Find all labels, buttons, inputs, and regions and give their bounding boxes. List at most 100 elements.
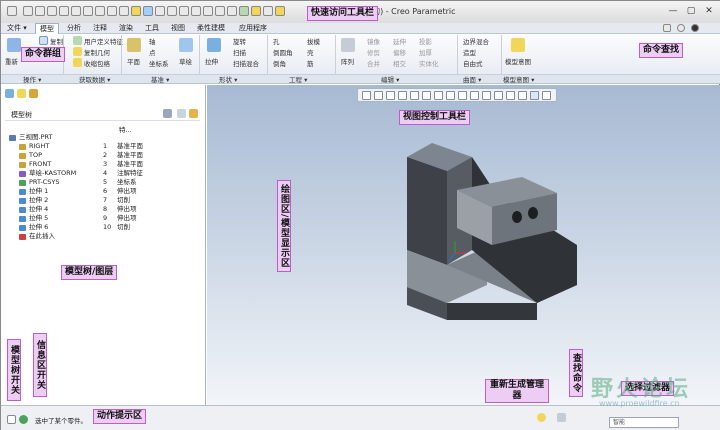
ribbon-style[interactable]: 造型	[463, 47, 476, 57]
ribbon-thicken[interactable]: 加厚	[419, 47, 432, 57]
ribbon-pattern[interactable]: 阵列	[341, 56, 354, 66]
ribbon-udf[interactable]: 用户定义特征	[84, 36, 123, 46]
tab-annotate[interactable]: 注释	[89, 23, 111, 34]
ribbon-copy-geometry[interactable]: 复制几何	[84, 47, 110, 57]
maximize-button[interactable]: ▢	[683, 5, 699, 17]
tab-view[interactable]: 视图	[167, 23, 189, 34]
ribbon-extrude[interactable]: 拉伸	[205, 56, 218, 66]
tab-render[interactable]: 渲染	[115, 23, 137, 34]
close-button[interactable]: ✕	[701, 5, 717, 17]
ribbon-rib[interactable]: 筋	[307, 58, 314, 68]
save-icon[interactable]	[47, 6, 57, 16]
find-icon[interactable]	[557, 413, 566, 422]
plane-icon[interactable]	[127, 38, 141, 52]
model-tree-tab-icon[interactable]	[5, 89, 14, 98]
close-window-icon[interactable]	[107, 6, 117, 16]
tree-row[interactable]: 拉伸 5 9 伸出项	[5, 214, 205, 223]
ribbon-merge[interactable]: 合并	[367, 58, 380, 68]
ribbon-sweep[interactable]: 扫描	[233, 47, 246, 57]
extrude-icon[interactable]	[207, 38, 221, 52]
tab-applications[interactable]: 应用程序	[235, 23, 271, 34]
tree-row[interactable]: 拉伸 6 10 切削	[5, 223, 205, 232]
tab-model[interactable]: 模型	[35, 23, 59, 34]
undo-icon[interactable]	[59, 6, 69, 16]
ribbon-chamfer[interactable]: 倒角	[273, 58, 286, 68]
message-toggle-icon[interactable]	[19, 415, 28, 424]
tab-file[interactable]: 文件 ▾	[3, 23, 31, 34]
point-display-icon[interactable]	[494, 91, 503, 100]
tree-row[interactable]: RIGHT 1 基准平面	[5, 142, 205, 151]
ribbon-round[interactable]: 倒圆角	[273, 47, 293, 57]
redo-icon[interactable]	[71, 6, 81, 16]
axis-display-icon[interactable]	[482, 91, 491, 100]
ribbon-axis[interactable]: 轴	[149, 36, 156, 46]
folder-icon[interactable]	[131, 6, 141, 16]
tree-row[interactable]: 拉伸 4 8 伸出项	[5, 205, 205, 214]
ribbon-shell[interactable]: 壳	[307, 47, 314, 57]
graphics-area[interactable]: 视图控制工具栏 绘图区/模型显示区	[207, 85, 720, 405]
ribbon-intersect[interactable]: 相交	[393, 58, 406, 68]
sketch-icon[interactable]	[143, 6, 153, 16]
regenerate-icon[interactable]	[83, 6, 93, 16]
group-get-data[interactable]: 获取数据 ▾	[79, 75, 110, 85]
selection-filter-select[interactable]: 智能	[609, 417, 679, 428]
ribbon-point[interactable]: 点	[149, 47, 156, 57]
more-view-icon[interactable]	[542, 91, 551, 100]
group-operations[interactable]: 操作 ▾	[23, 75, 41, 85]
tree-show-icon[interactable]	[177, 109, 186, 118]
dropdown-icon[interactable]	[155, 6, 165, 16]
udf-icon[interactable]	[73, 36, 82, 45]
measure-icon[interactable]	[203, 6, 213, 16]
tree-row[interactable]: 拉伸 2 7 切削	[5, 196, 205, 205]
group-shapes[interactable]: 形状 ▾	[219, 75, 237, 85]
perspective-icon[interactable]	[446, 91, 455, 100]
tab-flexible-modeling[interactable]: 柔性建模	[193, 23, 229, 34]
rotate-icon[interactable]	[191, 6, 201, 16]
ribbon-copy[interactable]: 复制	[50, 36, 63, 46]
ribbon-sketch[interactable]: 草绘	[179, 56, 192, 66]
copy-small-icon[interactable]	[39, 36, 48, 45]
group-model-intent[interactable]: 模型意图 ▾	[503, 75, 534, 85]
csys-display-icon[interactable]	[506, 91, 515, 100]
display-style-icon[interactable]	[410, 91, 419, 100]
ribbon-revolve[interactable]: 旋转	[233, 36, 246, 46]
help-icon[interactable]	[663, 24, 671, 32]
ribbon-draft[interactable]: 拔模	[307, 36, 320, 46]
ribbon-project[interactable]: 投影	[419, 36, 432, 46]
tree-row[interactable]: FRONT 3 基准平面	[5, 160, 205, 169]
tab-tools[interactable]: 工具	[141, 23, 163, 34]
datum-display-icon[interactable]	[458, 91, 467, 100]
group-editing[interactable]: 编辑 ▾	[381, 75, 399, 85]
tab-analysis[interactable]: 分析	[63, 23, 85, 34]
refit-icon[interactable]	[362, 91, 371, 100]
copy-geometry-icon[interactable]	[73, 47, 82, 56]
tree-row[interactable]: PRT-CSYS 5 坐标系	[5, 178, 205, 187]
search-icon[interactable]	[677, 24, 685, 32]
annotation-display-icon[interactable]	[470, 91, 479, 100]
ribbon-shrinkwrap[interactable]: 收缩包络	[84, 58, 110, 68]
tree-settings-icon[interactable]	[163, 109, 172, 118]
ribbon-hole[interactable]: 孔	[273, 36, 280, 46]
ribbon-offset[interactable]: 偏移	[393, 47, 406, 57]
pattern-icon[interactable]	[341, 38, 355, 52]
repaint-icon[interactable]	[398, 91, 407, 100]
zoom-out-icon[interactable]	[386, 91, 395, 100]
saved-views-icon[interactable]	[422, 91, 431, 100]
regen-manager-icon[interactable]	[537, 413, 546, 422]
tree-row[interactable]: 三视图.PRT	[5, 133, 205, 142]
annotation-toggle-icon[interactable]	[530, 91, 539, 100]
question-icon[interactable]	[691, 24, 699, 32]
tree-filter-icon[interactable]	[189, 109, 198, 118]
mirror-icon[interactable]	[215, 6, 225, 16]
open-file-icon[interactable]	[35, 6, 45, 16]
folder-browser-tab-icon[interactable]	[17, 89, 26, 98]
ribbon-boundary-blend[interactable]: 边界混合	[463, 36, 489, 46]
favorites-tab-icon[interactable]	[29, 89, 38, 98]
zoom-in-icon[interactable]	[374, 91, 383, 100]
lock-icon[interactable]	[251, 6, 261, 16]
ribbon-solidify[interactable]: 实体化	[419, 58, 439, 68]
group-surfaces[interactable]: 曲面 ▾	[463, 75, 481, 85]
ribbon-trim[interactable]: 修剪	[367, 47, 380, 57]
view-manager-icon[interactable]	[434, 91, 443, 100]
customize-icon[interactable]	[119, 6, 129, 16]
